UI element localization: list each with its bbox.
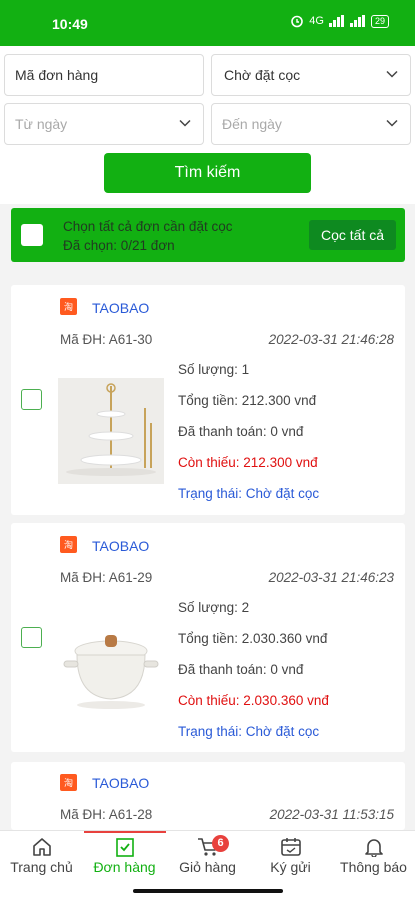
to-date-picker[interactable]: Đến ngày [211, 103, 411, 145]
paid-amount: Đã thanh toán: 0 vnđ [178, 662, 304, 677]
consign-calendar-icon [280, 838, 301, 856]
paid-amount: Đã thanh toán: 0 vnđ [178, 424, 304, 439]
nav-cart[interactable]: 6 Giỏ hàng [166, 835, 249, 875]
search-button[interactable]: Tìm kiếm [104, 153, 311, 193]
order-status: Trạng thái: Chờ đặt cọc [178, 724, 320, 739]
total-amount: Tổng tiền: 2.030.360 vnđ [178, 631, 328, 646]
nav-cart-label: Giỏ hàng [179, 859, 236, 875]
order-checkbox[interactable] [21, 627, 42, 648]
order-card[interactable]: 淘 TAOBAO Mã ĐH: A61-28 2022-03-31 11:53:… [11, 762, 405, 830]
order-checkbox[interactable] [21, 389, 42, 410]
shop-name[interactable]: TAOBAO [92, 538, 149, 554]
order-date: 2022-03-31 21:46:28 [268, 332, 394, 347]
status-bar: 10:49 4G 29 [0, 0, 415, 46]
order-code: Mã ĐH: A61-30 [60, 332, 153, 347]
select-all-checkbox[interactable] [21, 224, 43, 246]
system-home-bar [0, 882, 415, 900]
bottom-navigation: Trang chủ Đơn hàng 6 Giỏ hàng Ký gửi Thô… [0, 830, 415, 882]
status-icons: 4G 29 [290, 14, 389, 28]
order-status: Trạng thái: Chờ đặt cọc [178, 486, 320, 501]
deposit-all-button[interactable]: Cọc tất cả [309, 220, 396, 250]
total-amount: Tổng tiền: 212.300 vnđ [178, 393, 317, 408]
from-date-placeholder: Từ ngày [15, 116, 68, 132]
status-select-value: Chờ đặt cọc [224, 67, 301, 83]
filter-panel: Mã đơn hàng Chờ đặt cọc Từ ngày Đến ngày… [0, 46, 415, 204]
from-date-picker[interactable]: Từ ngày [4, 103, 204, 145]
nav-home-label: Trang chủ [10, 859, 73, 875]
to-date-placeholder: Đến ngày [222, 116, 282, 132]
chevron-down-icon [179, 119, 191, 127]
cart-badge: 6 [212, 835, 229, 852]
shop-name[interactable]: TAOBAO [92, 300, 149, 316]
order-code-placeholder: Mã đơn hàng [15, 67, 99, 83]
status-time: 10:49 [52, 16, 88, 32]
order-card[interactable]: 淘 TAOBAO Mã ĐH: A61-29 2022-03-31 21:46:… [11, 523, 405, 752]
network-type: 4G [309, 15, 324, 27]
home-icon [32, 838, 51, 856]
signal-icon [328, 15, 344, 27]
shop-name[interactable]: TAOBAO [92, 775, 149, 791]
signal-icon-2 [349, 15, 365, 27]
quantity: Số lượng: 2 [178, 600, 250, 615]
status-select[interactable]: Chờ đặt cọc [211, 54, 411, 96]
order-card[interactable]: 淘 TAOBAO Mã ĐH: A61-30 2022-03-31 21:46:… [11, 285, 405, 515]
taobao-logo-icon: 淘 [60, 536, 77, 553]
battery-icon: 29 [370, 14, 389, 28]
order-date: 2022-03-31 21:46:23 [268, 570, 394, 585]
taobao-logo-icon: 淘 [60, 298, 77, 315]
nav-orders[interactable]: Đơn hàng [83, 837, 166, 875]
taobao-logo-icon: 淘 [60, 774, 77, 791]
remaining-amount: Còn thiếu: 212.300 vnđ [178, 455, 318, 470]
nav-consign-label: Ký gửi [270, 859, 311, 875]
nav-home[interactable]: Trang chủ [0, 837, 83, 875]
select-all-label: Chọn tất cả đơn cần đặt cọc [63, 219, 233, 234]
cooking-pot-image [58, 615, 164, 721]
select-all-bar: Chọn tất cả đơn cần đặt cọc Đã chọn: 0/2… [11, 208, 405, 262]
bell-icon [364, 839, 383, 857]
nav-notifications[interactable]: Thông báo [332, 837, 415, 875]
nav-consign[interactable]: Ký gửi [249, 837, 332, 875]
order-code-input[interactable]: Mã đơn hàng [4, 54, 204, 96]
chevron-down-icon [386, 70, 398, 78]
order-date: 2022-03-31 11:53:15 [269, 807, 394, 822]
home-indicator[interactable] [133, 889, 283, 893]
order-code: Mã ĐH: A61-28 [60, 807, 153, 822]
quantity: Số lượng: 1 [178, 362, 250, 377]
nav-orders-label: Đơn hàng [93, 859, 156, 875]
cake-stand-image [58, 378, 164, 484]
product-image[interactable] [58, 615, 164, 721]
remaining-amount: Còn thiếu: 2.030.360 vnđ [178, 693, 329, 708]
clipboard-check-icon [115, 838, 134, 857]
alarm-icon [291, 15, 304, 28]
chevron-down-icon [386, 119, 398, 127]
active-tab-indicator [84, 831, 166, 833]
order-code: Mã ĐH: A61-29 [60, 570, 153, 585]
selected-count: Đã chọn: 0/21 đơn [63, 238, 175, 253]
nav-notifications-label: Thông báo [340, 859, 407, 875]
product-image[interactable] [58, 378, 164, 484]
